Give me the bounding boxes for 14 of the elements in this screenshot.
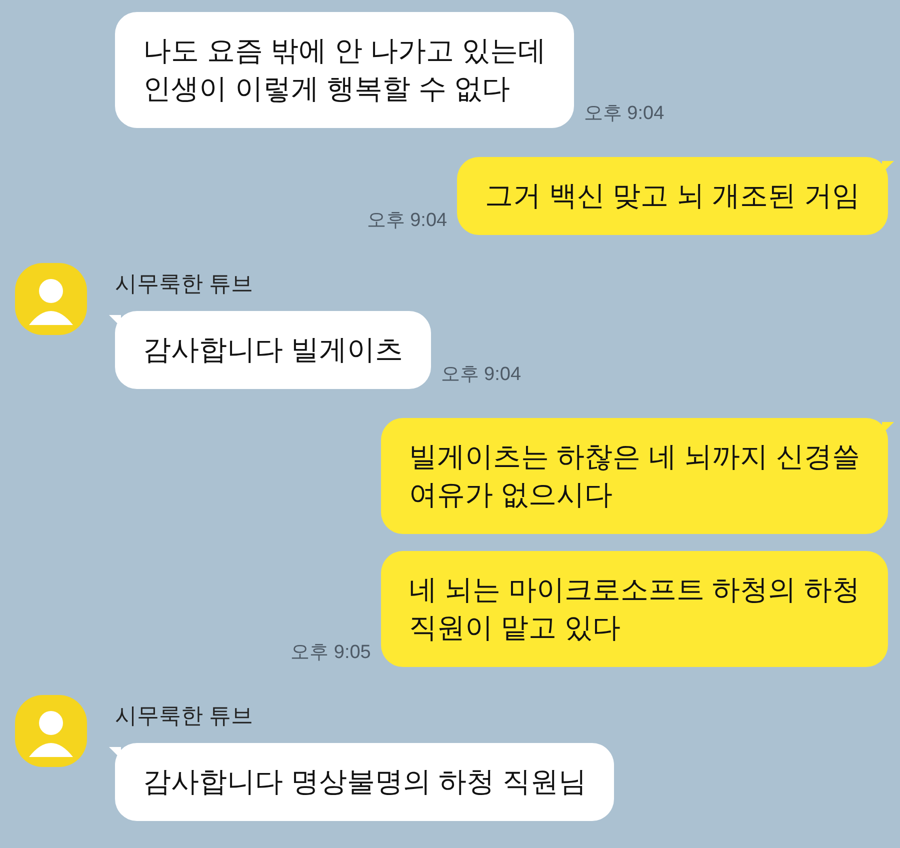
- message-bubble: 그거 백신 맞고 뇌 개조된 거임: [457, 157, 888, 235]
- message-bubble: 나도 요즘 밖에 안 나가고 있는데 인생이 이렇게 행복할 수 없다: [115, 12, 574, 128]
- message-time: 오후 9:04: [584, 102, 664, 126]
- avatar[interactable]: [15, 263, 87, 335]
- message-time: 오후 9:04: [366, 209, 448, 233]
- message-bubble: 빌게이츠는 하찮은 네 뇌까지 신경쓸 여유가 없으시다: [380, 418, 888, 534]
- message-bubble: 네 뇌는 마이크로소프트 하청의 하청 직원이 맡고 있다: [380, 551, 888, 667]
- sender-name: 시무룩한 튜브: [115, 703, 254, 729]
- message-bubble: 감사합니다 빌게이츠: [115, 311, 431, 389]
- avatar[interactable]: [15, 695, 87, 767]
- message-time: 오후 9:04: [440, 363, 522, 387]
- sender-name: 시무룩한 튜브: [115, 271, 254, 297]
- message-bubble: 감사합니다 명상불명의 하청 직원님: [115, 743, 614, 821]
- message-time: 오후 9:05: [290, 641, 371, 665]
